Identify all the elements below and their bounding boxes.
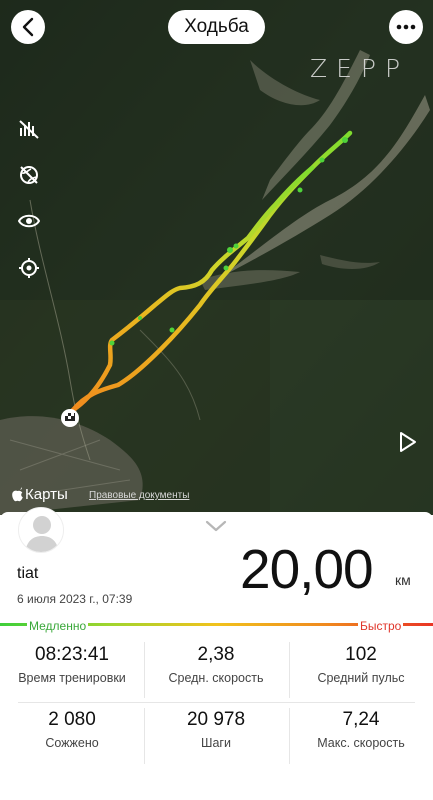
globe-off-icon bbox=[20, 166, 38, 184]
divider bbox=[144, 708, 145, 764]
apple-logo-icon bbox=[12, 487, 23, 502]
locate-button[interactable] bbox=[14, 253, 44, 283]
stat-value: 102 bbox=[345, 644, 377, 665]
stat-value: 2,38 bbox=[197, 644, 235, 665]
stat-avg-speed: 2,38 Средн. скорость bbox=[144, 644, 288, 685]
chevron-left-icon bbox=[22, 17, 34, 37]
chevron-down-icon[interactable] bbox=[205, 519, 227, 533]
stat-steps: 20 978 Шаги bbox=[144, 709, 288, 750]
stats-grid: 08:23:41 Время тренировки 2,38 Средн. ск… bbox=[0, 636, 433, 766]
legal-documents-link[interactable]: Правовые документы bbox=[89, 490, 189, 501]
workout-date: 6 июля 2023 г., 07:39 bbox=[17, 592, 133, 606]
user-name: tiat bbox=[17, 565, 39, 582]
maps-label-text: Карты bbox=[25, 486, 68, 503]
satellite-off-icon bbox=[19, 120, 39, 139]
stat-max-speed: 7,24 Макс. скорость bbox=[289, 709, 433, 750]
stat-label: Макс. скорость bbox=[317, 736, 405, 750]
eye-icon bbox=[18, 214, 40, 228]
pace-slow-label: Медленно bbox=[27, 619, 89, 633]
back-button[interactable] bbox=[11, 10, 45, 44]
stat-workout-time: 08:23:41 Время тренировки bbox=[0, 644, 144, 685]
stat-value: 08:23:41 bbox=[35, 644, 109, 665]
zepp-watermark: ZEPP bbox=[310, 54, 410, 83]
divider bbox=[289, 642, 290, 698]
play-replay-button[interactable] bbox=[395, 430, 419, 454]
more-dots-icon bbox=[396, 24, 416, 30]
stat-value: 2 080 bbox=[48, 709, 96, 730]
stat-label: Шаги bbox=[201, 736, 231, 750]
stat-value: 7,24 bbox=[342, 709, 380, 730]
stat-value: 20 978 bbox=[186, 709, 246, 730]
stat-label: Средн. скорость bbox=[168, 671, 264, 685]
divider bbox=[289, 708, 290, 764]
satellite-toggle-button[interactable] bbox=[14, 114, 44, 144]
divider bbox=[18, 702, 415, 703]
stat-label: Средний пульс bbox=[317, 671, 405, 685]
activity-type-title[interactable]: Ходьба bbox=[168, 10, 265, 44]
stat-calories: 2 080 Сожжено bbox=[0, 709, 144, 750]
pace-fast-label: Быстро bbox=[358, 619, 404, 633]
visibility-button[interactable] bbox=[14, 206, 44, 236]
user-placeholder-icon bbox=[19, 508, 63, 552]
stat-label: Сожжено bbox=[45, 736, 99, 750]
locate-icon bbox=[19, 258, 39, 278]
distance-value: 20,00 bbox=[240, 538, 374, 600]
maps-attribution: Карты bbox=[11, 486, 68, 503]
route-map[interactable]: Ходьба ZEPP Карты Правовые документы bbox=[0, 0, 433, 515]
stat-avg-heart-rate: 102 Средний пульс bbox=[289, 644, 433, 685]
divider bbox=[144, 642, 145, 698]
more-options-button[interactable] bbox=[389, 10, 423, 44]
stat-label: Время тренировки bbox=[18, 671, 126, 685]
avatar[interactable] bbox=[18, 507, 64, 553]
globe-toggle-button[interactable] bbox=[14, 160, 44, 190]
distance-unit: км bbox=[395, 572, 411, 588]
